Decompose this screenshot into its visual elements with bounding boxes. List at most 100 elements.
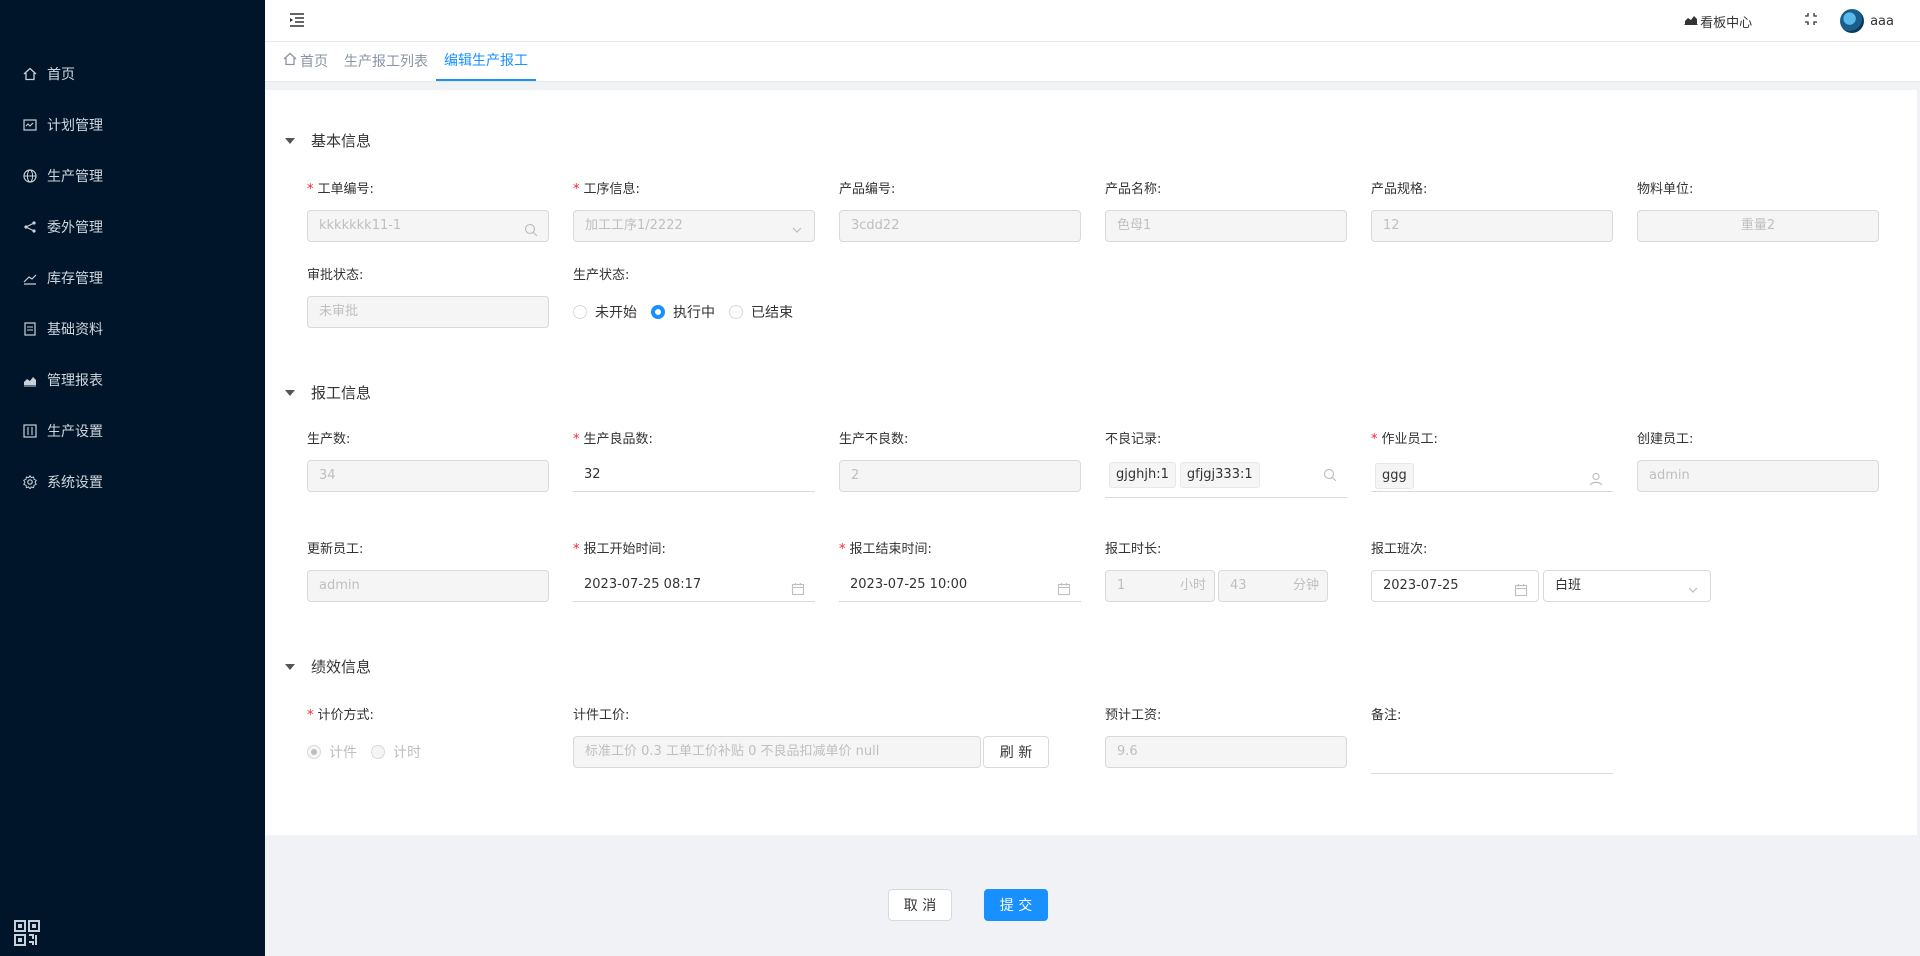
end-time-field: * 报工结束时间: 2023-07-25 10:00	[839, 540, 1081, 602]
duration-field: 报工时长: 1 小时 43 分钟	[1105, 540, 1335, 602]
sidebar-item-reports[interactable]: 管理报表	[0, 354, 265, 405]
sidebar-item-outsource[interactable]: 委外管理	[0, 201, 265, 252]
sidebar-item-sys-settings[interactable]: 系统设置	[0, 456, 265, 507]
hours-unit: 小时	[1179, 578, 1206, 593]
field-label: 报工时长:	[1105, 542, 1162, 557]
field-label: 工序信息:	[583, 182, 640, 197]
unit-input[interactable]: 重量2	[1637, 210, 1879, 242]
home-icon	[283, 52, 300, 70]
bad-qty-input[interactable]: 2	[839, 460, 1081, 492]
kanban-center-link[interactable]: 看板中心	[1684, 12, 1752, 31]
section-title: 绩效信息	[311, 658, 372, 676]
area-chart-icon	[1684, 13, 1700, 29]
start-time-field: * 报工开始时间: 2023-07-25 08:17	[573, 540, 815, 602]
sidebar-item-prod-settings[interactable]: 生产设置	[0, 405, 265, 456]
line-chart-icon	[22, 270, 38, 286]
end-time-picker[interactable]: 2023-07-25 10:00	[839, 570, 1081, 602]
qr-code-icon[interactable]	[14, 920, 42, 948]
input-value: 9.6	[1117, 744, 1138, 759]
worker-select[interactable]: ggg	[1371, 460, 1613, 492]
order-no-input[interactable]: kkkkkkk11-1	[307, 210, 549, 242]
wage-field: 预计工资: 9.6	[1105, 706, 1347, 768]
settings-box-icon	[22, 423, 38, 439]
bad-qty-field: 生产不良数: 2	[839, 430, 1081, 492]
section-basic-info[interactable]: 基本信息	[285, 130, 371, 151]
area-chart-icon	[22, 372, 38, 388]
unit-price-input[interactable]: 标准工价 0.3 工单工价补贴 0 不良品扣减单价 null	[573, 736, 981, 768]
sidebar-item-label: 系统设置	[47, 474, 103, 491]
sidebar-item-label: 首页	[47, 66, 75, 83]
radio-time[interactable]: 计时	[371, 742, 421, 762]
sidebar-item-plan[interactable]: 计划管理	[0, 99, 265, 150]
updater-input[interactable]: admin	[307, 570, 549, 602]
field-label: 生产良品数:	[583, 432, 653, 447]
field-label: 报工班次:	[1371, 542, 1428, 557]
sidebar-item-production[interactable]: 生产管理	[0, 150, 265, 201]
qty-input[interactable]: 34	[307, 460, 549, 492]
calendar-icon[interactable]	[1514, 579, 1528, 597]
approval-input[interactable]: 未审批	[307, 296, 549, 328]
section-report-info[interactable]: 报工信息	[285, 382, 371, 403]
menu-fold-icon[interactable]	[289, 12, 307, 30]
input-value: 12	[1383, 218, 1400, 233]
sidebar-item-home[interactable]: 首页	[0, 48, 265, 99]
calendar-icon	[22, 117, 38, 133]
shift-date-picker[interactable]: 2023-07-25	[1371, 570, 1539, 602]
fullscreen-icon[interactable]	[1804, 12, 1818, 30]
avatar[interactable]	[1840, 9, 1865, 33]
worker-tag[interactable]: ggg	[1375, 463, 1414, 489]
bad-record-tag[interactable]: gfjgj333:1	[1179, 462, 1260, 488]
qty-field: 生产数: 34	[307, 430, 549, 492]
field-label: 物料单位:	[1637, 182, 1694, 197]
section-performance-info[interactable]: 绩效信息	[285, 656, 371, 677]
remark-input[interactable]	[1371, 736, 1613, 774]
product-no-input[interactable]: 3cdd22	[839, 210, 1081, 242]
bad-record-select[interactable]: gjghjh:1 gfjgj333:1	[1105, 460, 1347, 498]
radio-in-progress[interactable]: 执行中	[651, 302, 715, 322]
product-spec-input[interactable]: 12	[1371, 210, 1613, 242]
duration-hours-input[interactable]: 1 小时	[1105, 570, 1215, 602]
shift-select[interactable]: 白班	[1543, 570, 1711, 602]
submit-button[interactable]: 提 交	[984, 889, 1048, 921]
product-name-field: 产品名称: 色母1	[1105, 180, 1347, 242]
calendar-icon[interactable]	[791, 578, 805, 596]
duration-minutes-input[interactable]: 43 分钟	[1218, 570, 1328, 602]
input-value: 色母1	[1117, 218, 1152, 233]
good-qty-input[interactable]: 32	[573, 460, 815, 492]
top-header: 看板中心 aaa	[265, 0, 1920, 42]
field-label: 预计工资:	[1105, 708, 1162, 723]
radio-piece[interactable]: 计件	[307, 742, 357, 762]
tab-home[interactable]: 首页	[275, 41, 336, 81]
creator-input[interactable]: admin	[1637, 460, 1879, 492]
tabs-bar: 首页 生产报工列表 编辑生产报工	[265, 42, 1920, 82]
caret-down-icon	[285, 389, 295, 396]
unit-price-field: 计件工价: 标准工价 0.3 工单工价补贴 0 不良品扣减单价 null 刷 新	[573, 706, 1073, 768]
search-icon[interactable]	[1323, 468, 1337, 486]
process-select[interactable]: 加工工序1/2222	[573, 210, 815, 242]
cancel-button[interactable]: 取 消	[888, 889, 952, 921]
user-icon[interactable]	[1589, 468, 1603, 486]
sidebar-item-inventory[interactable]: 库存管理	[0, 252, 265, 303]
refresh-button[interactable]: 刷 新	[983, 736, 1049, 768]
unit-field: 物料单位: 重量2	[1637, 180, 1879, 242]
wage-input[interactable]: 9.6	[1105, 736, 1347, 768]
start-time-picker[interactable]: 2023-07-25 08:17	[573, 570, 815, 602]
input-value: 2023-07-25	[1383, 578, 1459, 593]
tab-label: 生产报工列表	[344, 54, 428, 70]
bad-record-tag[interactable]: gjghjh:1	[1109, 462, 1176, 488]
search-icon[interactable]	[524, 219, 538, 237]
radio-finished[interactable]: 已结束	[729, 302, 793, 322]
header-right: 看板中心 aaa	[1684, 0, 1894, 42]
tab-edit-report[interactable]: 编辑生产报工	[436, 41, 536, 81]
tab-report-list[interactable]: 生产报工列表	[336, 41, 436, 81]
form-card: 基本信息 * 工单编号: kkkkkkk11-1 * 工序信息: 加工工序1/222…	[265, 90, 1917, 835]
username[interactable]: aaa	[1870, 14, 1894, 29]
sidebar-item-basedata[interactable]: 基础资料	[0, 303, 265, 354]
field-label: 工单编号:	[317, 182, 374, 197]
radio-not-started[interactable]: 未开始	[573, 302, 637, 322]
bad-record-field: 不良记录: gjghjh:1 gfjgj333:1	[1105, 430, 1347, 498]
field-label: 不良记录:	[1105, 432, 1162, 447]
calendar-icon[interactable]	[1057, 578, 1071, 596]
product-name-input[interactable]: 色母1	[1105, 210, 1347, 242]
sidebar-item-label: 生产管理	[47, 168, 103, 185]
